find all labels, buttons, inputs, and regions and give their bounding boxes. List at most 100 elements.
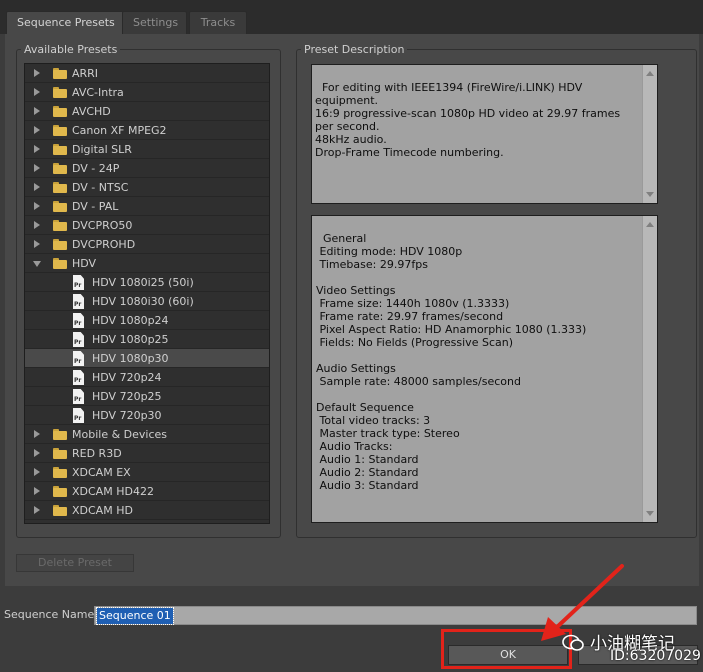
tree-item-label: XDCAM EX — [72, 466, 131, 479]
scroll-up-icon[interactable] — [646, 222, 654, 227]
collapsed-arrow-icon[interactable] — [34, 69, 40, 77]
tree-folder-item[interactable]: DV - 24P — [25, 159, 269, 178]
preset-file-icon: Pr — [73, 408, 84, 423]
preset-file-icon-text: Pr — [74, 358, 82, 365]
tree-preset-item[interactable]: Pr HDV 1080p25 — [25, 330, 269, 349]
folder-icon — [53, 68, 67, 79]
tree-folder-item[interactable]: ARRI — [25, 64, 269, 83]
tree-item-label: HDV 1080p24 — [92, 314, 169, 327]
presets-tree[interactable]: ARRI AVC-Intra AVCHD Canon XF MPEG2 Digital … — [24, 63, 270, 524]
tree-item-label: HDV 1080i30 (60i) — [92, 295, 194, 308]
collapsed-arrow-icon[interactable] — [34, 449, 40, 457]
folder-icon — [53, 258, 67, 269]
tree-item-label: Mobile & Devices — [72, 428, 168, 441]
tree-folder-item[interactable]: XDCAM HD — [25, 501, 269, 520]
tree-folder-item[interactable]: XDCAM EX — [25, 463, 269, 482]
scroll-down-icon[interactable] — [646, 511, 654, 516]
collapsed-arrow-icon[interactable] — [34, 183, 40, 191]
tree-item-label: RED R3D — [72, 447, 122, 460]
folder-icon — [53, 505, 67, 516]
collapsed-arrow-icon[interactable] — [34, 107, 40, 115]
collapsed-arrow-icon[interactable] — [34, 430, 40, 438]
tree-folder-item[interactable]: RED R3D — [25, 444, 269, 463]
collapsed-arrow-icon[interactable] — [34, 164, 40, 172]
folder-icon — [53, 486, 67, 497]
tree-item-label: HDV 1080i25 (50i) — [92, 276, 194, 289]
preset-file-icon-text: Pr — [74, 301, 82, 308]
preset-file-icon-text: Pr — [74, 320, 82, 327]
available-presets-title: Available Presets — [21, 43, 121, 56]
folder-icon — [53, 87, 67, 98]
preset-file-icon-text: Pr — [74, 339, 82, 346]
collapsed-arrow-icon[interactable] — [34, 240, 40, 248]
preset-description-box: For editing with IEEE1394 (FireWire/i.LI… — [311, 64, 658, 204]
preset-description-title: Preset Description — [301, 43, 408, 56]
scroll-down-icon[interactable] — [646, 192, 654, 197]
tree-preset-item[interactable]: Pr HDV 1080p30 — [25, 349, 269, 368]
preset-file-icon-text: Pr — [74, 396, 82, 403]
folder-icon — [53, 182, 67, 193]
tree-item-label: HDV 720p25 — [92, 390, 162, 403]
collapsed-arrow-icon[interactable] — [34, 126, 40, 134]
collapsed-arrow-icon[interactable] — [34, 487, 40, 495]
preset-file-icon: Pr — [73, 294, 84, 309]
tree-item-label: XDCAM HD — [72, 504, 133, 517]
collapsed-arrow-icon[interactable] — [34, 202, 40, 210]
tree-folder-item[interactable]: DVCPRO50 — [25, 216, 269, 235]
tree-folder-item[interactable]: Digital SLR — [25, 140, 269, 159]
preset-details-text: General Editing mode: HDV 1080p Timebase… — [316, 232, 587, 492]
collapsed-arrow-icon[interactable] — [34, 145, 40, 153]
tab-settings[interactable]: Settings — [122, 11, 187, 34]
tab-tracks[interactable]: Tracks — [189, 11, 247, 34]
preset-file-icon: Pr — [73, 351, 84, 366]
details-scrollbar[interactable] — [642, 216, 657, 522]
preset-file-icon: Pr — [73, 332, 84, 347]
tree-folder-item[interactable]: DVCPROHD — [25, 235, 269, 254]
preset-file-icon-text: Pr — [74, 415, 82, 422]
preset-details-box: General Editing mode: HDV 1080p Timebase… — [311, 215, 658, 523]
tree-preset-item[interactable]: Pr HDV 720p25 — [25, 387, 269, 406]
tree-item-label: DV - 24P — [72, 162, 120, 175]
tree-folder-item[interactable]: AVCHD — [25, 102, 269, 121]
tree-folder-item[interactable]: DV - NTSC — [25, 178, 269, 197]
preset-file-icon-text: Pr — [74, 377, 82, 384]
collapsed-arrow-icon[interactable] — [34, 88, 40, 96]
tree-preset-item[interactable]: Pr HDV 1080i30 (60i) — [25, 292, 269, 311]
tree-preset-item[interactable]: Pr HDV 720p30 — [25, 406, 269, 425]
tree-preset-item[interactable]: Pr HDV 1080p24 — [25, 311, 269, 330]
tree-folder-item[interactable]: Mobile & Devices — [25, 425, 269, 444]
collapsed-arrow-icon[interactable] — [34, 506, 40, 514]
tree-item-label: DVCPROHD — [72, 238, 136, 251]
collapsed-arrow-icon[interactable] — [34, 221, 40, 229]
scroll-up-icon[interactable] — [646, 71, 654, 76]
tree-folder-item[interactable]: AVC-Intra — [25, 83, 269, 102]
expanded-arrow-icon[interactable] — [33, 261, 41, 267]
sequence-name-input[interactable]: Sequence 01 — [94, 606, 697, 625]
tree-folder-item[interactable]: Canon XF MPEG2 — [25, 121, 269, 140]
tab-sequence-presets[interactable]: Sequence Presets — [6, 11, 126, 34]
tree-preset-item[interactable]: Pr HDV 1080i25 (50i) — [25, 273, 269, 292]
watermark-id: ID:63207029 — [610, 648, 701, 664]
tree-folder-item[interactable]: HDV — [25, 254, 269, 273]
tree-folder-item[interactable]: DV - PAL — [25, 197, 269, 216]
tree-folder-item[interactable]: XDCAM HD422 — [25, 482, 269, 501]
annotation-highlight-box — [441, 629, 572, 669]
tree-item-label: AVCHD — [72, 105, 111, 118]
tree-preset-item[interactable]: Pr HDV 720p24 — [25, 368, 269, 387]
collapsed-arrow-icon[interactable] — [34, 468, 40, 476]
tree-item-label: DV - NTSC — [72, 181, 129, 194]
tree-item-label: HDV 720p30 — [92, 409, 162, 422]
wechat-icon — [562, 634, 584, 651]
delete-preset-button[interactable]: Delete Preset — [16, 554, 134, 572]
folder-icon — [53, 106, 67, 117]
tree-item-label: HDV 1080p30 — [92, 352, 169, 365]
folder-icon — [53, 220, 67, 231]
folder-icon — [53, 467, 67, 478]
preset-file-icon: Pr — [73, 275, 84, 290]
description-scrollbar[interactable] — [642, 65, 657, 203]
tree-item-label: ARRI — [72, 67, 99, 80]
tree-item-label: AVC-Intra — [72, 86, 124, 99]
tab-bar: Sequence Presets Settings Tracks — [0, 0, 703, 34]
preset-file-icon-text: Pr — [74, 282, 82, 289]
folder-icon — [53, 125, 67, 136]
